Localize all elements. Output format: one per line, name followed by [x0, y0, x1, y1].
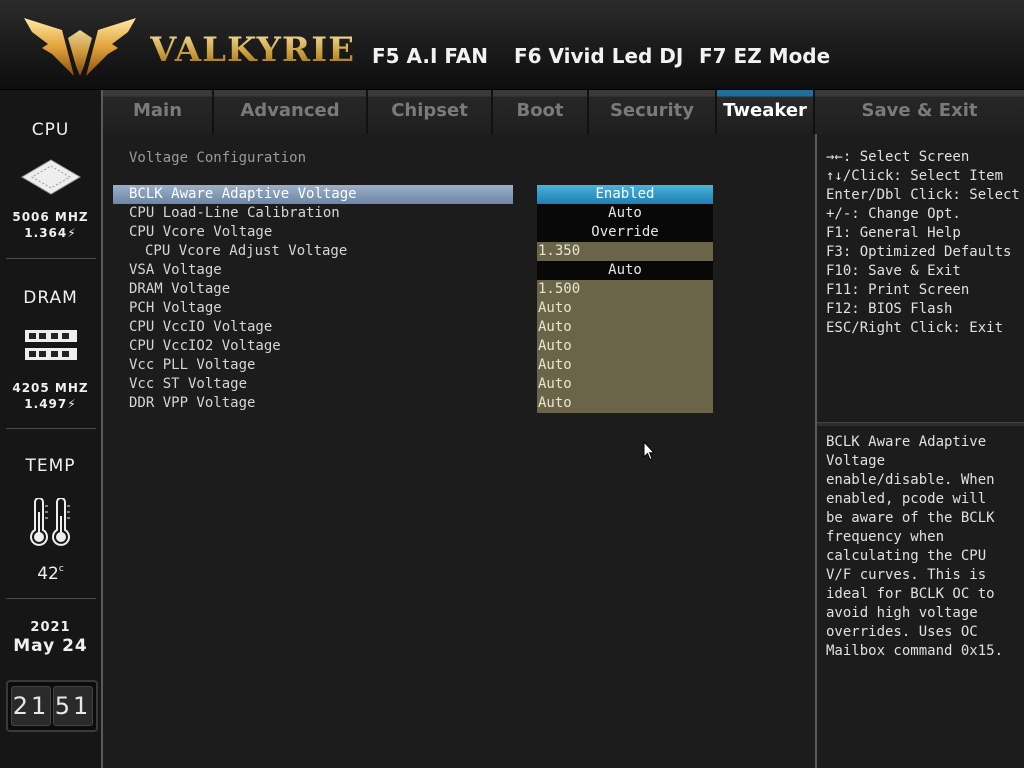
- tab-main[interactable]: Main: [103, 90, 214, 134]
- temp-title: TEMP: [25, 456, 76, 476]
- setting-value-option[interactable]: Auto: [537, 204, 713, 223]
- setting-value-input[interactable]: Auto: [537, 337, 713, 356]
- temperature-value: 42c: [37, 564, 64, 584]
- cpu-chip-icon: [21, 159, 81, 195]
- dram-voltage: 1.497⚡: [24, 397, 77, 411]
- tab-security[interactable]: Security: [589, 90, 717, 134]
- setting-value-input[interactable]: Auto: [537, 375, 713, 394]
- setting-row-vcc-pll-voltage[interactable]: Vcc PLL Voltage Auto: [103, 356, 815, 375]
- setting-label: BCLK Aware Adaptive Voltage: [129, 186, 357, 202]
- dram-module-icon: [25, 330, 77, 360]
- setting-label: DRAM Voltage: [129, 281, 231, 297]
- setting-value-input[interactable]: 1.350: [537, 242, 713, 261]
- tab-save-exit[interactable]: Save & Exit: [815, 90, 1024, 134]
- setting-row-vcc-st-voltage[interactable]: Vcc ST Voltage Auto: [103, 375, 815, 394]
- setting-row-cpu-vccio-voltage[interactable]: CPU VccIO Voltage Auto: [103, 318, 815, 337]
- divider: [6, 598, 96, 599]
- key-legend: →←: Select Screen ↑↓/Click: Select Item …: [826, 148, 1020, 338]
- vivid-led-dj-hotkey[interactable]: F6 Vivid Led DJ: [514, 44, 683, 68]
- setting-label: CPU Vcore Voltage: [129, 224, 273, 240]
- tab-tweaker[interactable]: Tweaker: [717, 90, 815, 134]
- setting-label: CPU Vcore Adjust Voltage: [145, 243, 348, 259]
- cpu-title: CPU: [31, 120, 70, 140]
- key-hint: F1: General Help: [826, 225, 961, 241]
- tab-chipset[interactable]: Chipset: [368, 90, 493, 134]
- tab-boot[interactable]: Boot: [493, 90, 589, 134]
- divider: [817, 422, 1024, 426]
- divider: [6, 428, 96, 429]
- key-hint: F3: Optimized Defaults: [826, 244, 1012, 260]
- mouse-pointer-icon: [643, 441, 655, 461]
- digital-clock: 21 51: [6, 680, 98, 732]
- settings-panel: Voltage Configuration BCLK Aware Adaptiv…: [103, 134, 815, 768]
- setting-value-input[interactable]: Auto: [537, 394, 713, 413]
- setting-row-cpu-load-line-calibration[interactable]: CPU Load-Line Calibration Auto: [103, 204, 815, 223]
- thermometer-icon: [30, 498, 70, 546]
- setting-value-option[interactable]: Enabled: [537, 185, 713, 204]
- setting-label: VSA Voltage: [129, 262, 222, 278]
- setting-label: Vcc PLL Voltage: [129, 357, 256, 373]
- ai-fan-hotkey[interactable]: F5 A.I FAN: [372, 44, 488, 68]
- setting-row-dram-voltage[interactable]: DRAM Voltage 1.500: [103, 280, 815, 299]
- date-month-day: May 24: [13, 636, 88, 656]
- help-panel: →←: Select Screen ↑↓/Click: Select Item …: [815, 134, 1024, 768]
- setting-row-pch-voltage[interactable]: PCH Voltage Auto: [103, 299, 815, 318]
- divider: [6, 258, 96, 259]
- setting-label: CPU VccIO Voltage: [129, 319, 273, 335]
- key-hint: →←: Select Screen: [826, 149, 970, 165]
- key-hint: F12: BIOS Flash: [826, 301, 953, 317]
- clock-minutes: 51: [53, 686, 93, 726]
- key-hint: F11: Print Screen: [826, 282, 970, 298]
- clock-hours: 21: [11, 686, 51, 726]
- tab-bar: Main Advanced Chipset Boot Security Twea…: [103, 90, 1024, 134]
- setting-row-vsa-voltage[interactable]: VSA Voltage Auto: [103, 261, 815, 280]
- setting-row-bclk-aware-adaptive-voltage[interactable]: BCLK Aware Adaptive Voltage Enabled: [103, 185, 815, 204]
- key-hint: F10: Save & Exit: [826, 263, 961, 279]
- setting-value-input[interactable]: 1.500: [537, 280, 713, 299]
- tab-advanced[interactable]: Advanced: [214, 90, 368, 134]
- lightning-icon: ⚡: [67, 226, 77, 240]
- setting-value-option[interactable]: Override: [537, 223, 713, 242]
- setting-value-input[interactable]: Auto: [537, 318, 713, 337]
- setting-label: DDR VPP Voltage: [129, 395, 256, 411]
- brand-name: VALKYRIE: [150, 30, 356, 70]
- setting-row-cpu-vcore-adjust-voltage[interactable]: CPU Vcore Adjust Voltage 1.350: [103, 242, 815, 261]
- top-header: VALKYRIE F5 A.I FAN F6 Vivid Led DJ F7 E…: [0, 0, 1024, 90]
- cpu-voltage: 1.364⚡: [24, 226, 77, 240]
- setting-label: PCH Voltage: [129, 300, 222, 316]
- setting-row-ddr-vpp-voltage[interactable]: DDR VPP Voltage Auto: [103, 394, 815, 413]
- key-hint: +/-: Change Opt.: [826, 206, 961, 222]
- key-hint: ↑↓/Click: Select Item: [826, 168, 1004, 184]
- item-help-text: BCLK Aware Adaptive Voltage enable/disab…: [826, 434, 1004, 659]
- key-hint: ESC/Right Click: Exit: [826, 320, 1004, 336]
- key-hint: Enter/Dbl Click: Select: [826, 187, 1020, 203]
- valkyrie-wings-logo: [24, 18, 136, 76]
- setting-value-option[interactable]: Auto: [537, 261, 713, 280]
- section-title: Voltage Configuration: [129, 150, 307, 166]
- setting-label: CPU Load-Line Calibration: [129, 205, 340, 221]
- status-sidebar: CPU 5006 MHZ 1.364⚡ DRAM 4205 MHZ 1.497⚡…: [0, 90, 103, 768]
- dram-title: DRAM: [23, 288, 78, 308]
- ez-mode-hotkey[interactable]: F7 EZ Mode: [699, 44, 830, 68]
- lightning-icon: ⚡: [67, 397, 77, 411]
- date-year: 2021: [30, 620, 71, 635]
- cpu-frequency: 5006 MHZ: [12, 210, 89, 224]
- setting-row-cpu-vcore-voltage[interactable]: CPU Vcore Voltage Override: [103, 223, 815, 242]
- setting-label: Vcc ST Voltage: [129, 376, 248, 392]
- setting-value-input[interactable]: Auto: [537, 299, 713, 318]
- setting-value-input[interactable]: Auto: [537, 356, 713, 375]
- dram-frequency: 4205 MHZ: [12, 381, 89, 395]
- setting-label: CPU VccIO2 Voltage: [129, 338, 281, 354]
- setting-row-cpu-vccio2-voltage[interactable]: CPU VccIO2 Voltage Auto: [103, 337, 815, 356]
